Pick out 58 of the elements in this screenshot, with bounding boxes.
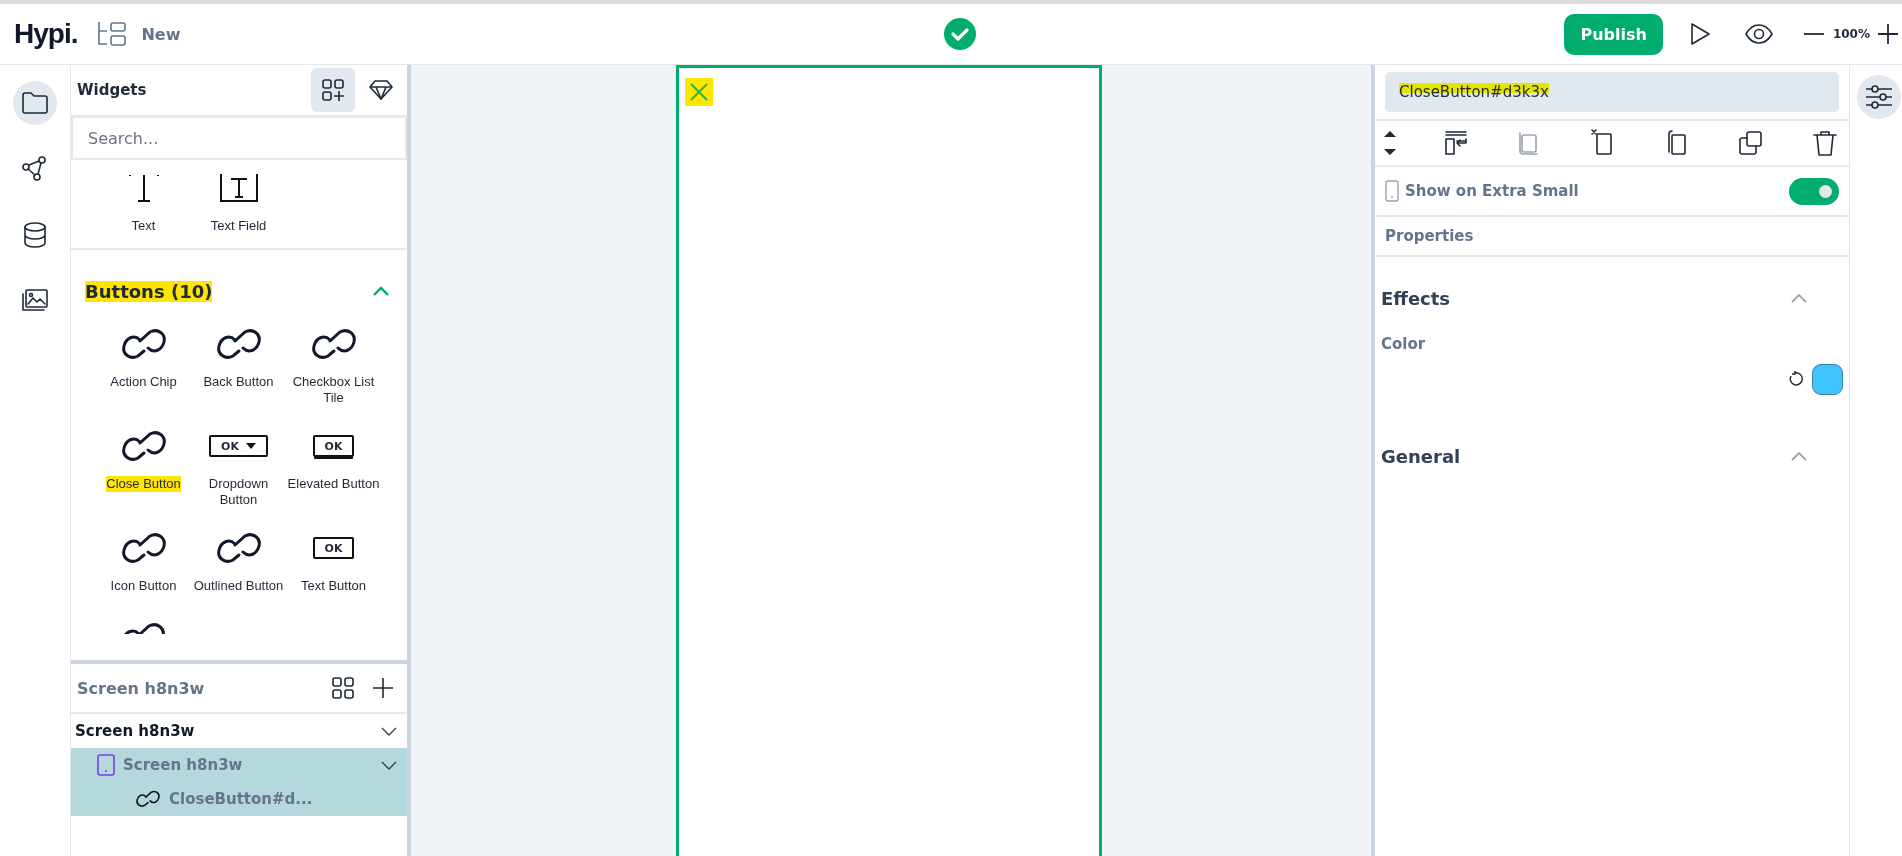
- eye-icon[interactable]: [1744, 24, 1773, 44]
- section-title[interactable]: Buttons (10): [85, 280, 213, 302]
- section-title: General: [1381, 445, 1462, 467]
- gem-icon: [369, 79, 393, 101]
- move-arrows-icon[interactable]: [1383, 130, 1397, 156]
- text-button-icon: OK: [312, 537, 355, 559]
- widget-label[interactable]: Action Chip: [110, 374, 177, 390]
- screen-title: Screen h8n3w: [77, 678, 206, 698]
- widget-label[interactable]: Text Field: [210, 218, 267, 234]
- text-cursor-icon: [126, 173, 161, 203]
- text-field-icon: [218, 173, 259, 203]
- link-icon: [214, 530, 263, 566]
- layer-label: Screen h8n3w: [123, 756, 244, 774]
- name-field[interactable]: CloseButton#d3k3x: [1385, 72, 1839, 112]
- logo[interactable]: Hypi.: [14, 18, 78, 50]
- elevated-button-icon: OK: [312, 435, 355, 457]
- layer-label: Screen h8n3w: [75, 722, 196, 740]
- layer-row[interactable]: Screen h8n3w: [71, 714, 407, 748]
- phone-icon: [97, 754, 115, 776]
- widget-label[interactable]: Close Button: [106, 476, 181, 492]
- zoom-in-icon[interactable]: [1878, 24, 1898, 44]
- widget-label[interactable]: Text Button: [300, 578, 366, 594]
- panel-title: Widgets: [77, 81, 148, 99]
- settings-sliders-icon[interactable]: [1857, 75, 1901, 119]
- zoom-level: 100%: [1832, 27, 1870, 41]
- chevron-icon[interactable]: [381, 760, 397, 770]
- color-swatch[interactable]: [1812, 363, 1843, 395]
- link-icon: [119, 428, 168, 464]
- play-icon[interactable]: [1688, 22, 1711, 46]
- phone-icon: [1385, 180, 1399, 202]
- dropdown-button-icon: OK: [209, 435, 268, 457]
- properties-tab[interactable]: Properties: [1375, 217, 1849, 257]
- widget-label[interactable]: Text: [131, 218, 156, 234]
- reset-icon[interactable]: [1788, 371, 1804, 387]
- widget-label[interactable]: Back Button: [203, 374, 274, 390]
- field-label: Color: [1381, 335, 1427, 353]
- layer-label: CloseButton#d...: [169, 790, 314, 808]
- widget-label[interactable]: Outlined Button: [193, 578, 284, 594]
- widget-label[interactable]: Dropdown Button: [192, 476, 285, 508]
- widget-label[interactable]: Checkbox List Tile: [287, 374, 380, 406]
- section-title: Effects: [1381, 287, 1452, 309]
- add-widget-icon: [321, 78, 345, 102]
- visibility-label: Show on Extra Small: [1405, 182, 1580, 200]
- link-icon: [214, 326, 263, 362]
- link-icon: [309, 326, 358, 362]
- search-field[interactable]: Search...: [71, 116, 407, 160]
- link-icon: [119, 326, 168, 362]
- zoom-out-icon[interactable]: [1802, 32, 1825, 36]
- link-icon: [135, 789, 161, 809]
- chevron-icon[interactable]: [381, 726, 397, 736]
- widget-label[interactable]: Elevated Button: [287, 476, 380, 492]
- link-icon: [119, 530, 168, 566]
- widget-label[interactable]: Icon Button: [110, 578, 177, 594]
- layout-icon[interactable]: [97, 21, 128, 47]
- visibility-toggle[interactable]: [1789, 177, 1839, 205]
- panel-tab[interactable]: [311, 68, 355, 112]
- folder-icon[interactable]: [13, 81, 57, 125]
- project-name: New: [141, 24, 181, 44]
